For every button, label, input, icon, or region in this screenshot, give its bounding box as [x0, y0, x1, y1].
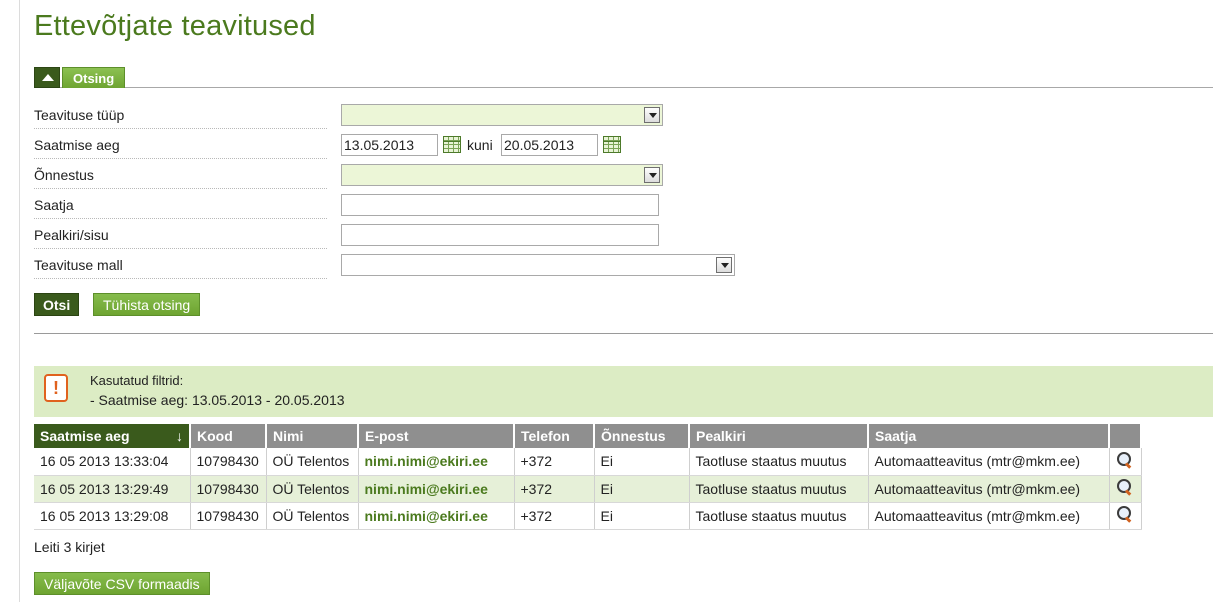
column-header-code[interactable]: Kood	[190, 424, 267, 448]
chevron-down-icon[interactable]	[644, 107, 660, 123]
sender-label: Saatja	[34, 197, 327, 219]
applied-filters-box: ! Kasutatud filtrid: - Saatmise aeg: 13.…	[34, 366, 1213, 417]
chevron-down-icon[interactable]	[644, 167, 660, 183]
cell-subject: Taotluse staatus muutus	[689, 475, 869, 503]
magnifier-icon[interactable]	[1116, 478, 1132, 496]
chevron-down-icon[interactable]	[716, 257, 732, 273]
cell-sender: Automaatteavitus (mtr@mkm.ee)	[868, 475, 1110, 503]
column-header-email[interactable]: E-post	[358, 424, 515, 448]
cell-sender: Automaatteavitus (mtr@mkm.ee)	[868, 502, 1110, 530]
table-row: 16 05 2013 13:29:49 10798430 OÜ Telentos…	[34, 475, 1142, 503]
table-row: 16 05 2013 13:29:08 10798430 OÜ Telentos…	[34, 502, 1142, 530]
cell-name: OÜ Telentos	[266, 475, 359, 503]
filters-line: - Saatmise aeg: 13.05.2013 - 20.05.2013	[90, 392, 345, 408]
results-table: Saatmise aeg ↓ Kood Nimi E-post Telefon Õ…	[34, 424, 1142, 530]
magnifier-icon[interactable]	[1116, 505, 1132, 523]
cell-sent-time: 16 05 2013 13:29:08	[34, 502, 191, 530]
page-title: Ettevõtjate teavitused	[34, 10, 316, 42]
cell-success: Ei	[594, 502, 690, 530]
table-row: 16 05 2013 13:33:04 10798430 OÜ Telentos…	[34, 448, 1142, 476]
cell-phone: +372	[514, 448, 595, 476]
success-label: Õnnestus	[34, 167, 327, 189]
cell-name: OÜ Telentos	[266, 502, 359, 530]
filters-title: Kasutatud filtrid:	[90, 373, 184, 388]
success-select[interactable]	[341, 164, 663, 186]
sort-down-icon: ↓	[176, 428, 183, 444]
table-header-row: Saatmise aeg ↓ Kood Nimi E-post Telefon Õ…	[34, 424, 1142, 448]
cell-view	[1109, 475, 1142, 503]
export-csv-button[interactable]: Väljavõte CSV formaadis	[34, 572, 210, 595]
cell-subject: Taotluse staatus muutus	[689, 502, 869, 530]
form-row-template: Teavituse mall	[34, 251, 735, 281]
collapse-panel-button[interactable]	[34, 67, 60, 88]
sender-input[interactable]	[341, 194, 659, 216]
cell-sent-time: 16 05 2013 13:29:49	[34, 475, 191, 503]
subject-label: Pealkiri/sisu	[34, 227, 327, 249]
column-header-success[interactable]: Õnnestus	[594, 424, 690, 448]
calendar-icon[interactable]	[603, 136, 621, 153]
column-header-actions	[1109, 424, 1142, 448]
date-from-input[interactable]: 13.05.2013	[341, 134, 438, 156]
until-label: kuni	[467, 137, 493, 153]
type-select[interactable]	[341, 104, 663, 126]
cell-email[interactable]: nimi.nimi@ekiri.ee	[358, 475, 515, 503]
tab-search[interactable]: Otsing	[62, 67, 126, 88]
cell-phone: +372	[514, 502, 595, 530]
form-row-subject: Pealkiri/sisu	[34, 221, 734, 251]
date-to-input[interactable]: 20.05.2013	[501, 134, 598, 156]
column-header-sender[interactable]: Saatja	[868, 424, 1110, 448]
magnifier-icon[interactable]	[1116, 451, 1132, 469]
form-row-sender: Saatja	[34, 191, 734, 221]
calendar-icon[interactable]	[443, 136, 461, 153]
cell-code: 10798430	[190, 448, 267, 476]
divider	[34, 333, 1213, 334]
cell-email[interactable]: nimi.nimi@ekiri.ee	[358, 502, 515, 530]
search-panel-tabbar: Otsing	[34, 67, 1213, 88]
result-count: Leiti 3 kirjet	[34, 539, 105, 555]
form-row-type: Teavituse tüüp	[34, 101, 734, 131]
cell-phone: +372	[514, 475, 595, 503]
cell-sent-time: 16 05 2013 13:33:04	[34, 448, 191, 476]
cell-sender: Automaatteavitus (mtr@mkm.ee)	[868, 448, 1110, 476]
column-header-name[interactable]: Nimi	[266, 424, 359, 448]
search-button[interactable]: Otsi	[34, 293, 80, 316]
type-label: Teavituse tüüp	[34, 107, 327, 129]
column-header-phone[interactable]: Telefon	[514, 424, 595, 448]
cell-code: 10798430	[190, 502, 267, 530]
cell-name: OÜ Telentos	[266, 448, 359, 476]
form-row-time: Saatmise aeg 13.05.2013 kuni 20.05.2013	[34, 131, 734, 161]
left-border-rule	[19, 0, 20, 602]
cell-view	[1109, 502, 1142, 530]
column-header-sent-time[interactable]: Saatmise aeg ↓	[34, 424, 191, 448]
cell-view	[1109, 448, 1142, 476]
time-label: Saatmise aeg	[34, 137, 327, 159]
collapse-up-icon	[42, 74, 54, 81]
cell-success: Ei	[594, 448, 690, 476]
warning-icon: !	[44, 374, 68, 402]
template-label: Teavituse mall	[34, 257, 327, 279]
subject-input[interactable]	[341, 224, 659, 246]
template-select[interactable]	[341, 254, 735, 276]
cell-code: 10798430	[190, 475, 267, 503]
cell-subject: Taotluse staatus muutus	[689, 448, 869, 476]
cell-success: Ei	[594, 475, 690, 503]
cell-email[interactable]: nimi.nimi@ekiri.ee	[358, 448, 515, 476]
clear-search-button[interactable]: Tühista otsing	[93, 293, 201, 316]
form-row-success: Õnnestus	[34, 161, 734, 191]
column-header-subject[interactable]: Pealkiri	[689, 424, 869, 448]
